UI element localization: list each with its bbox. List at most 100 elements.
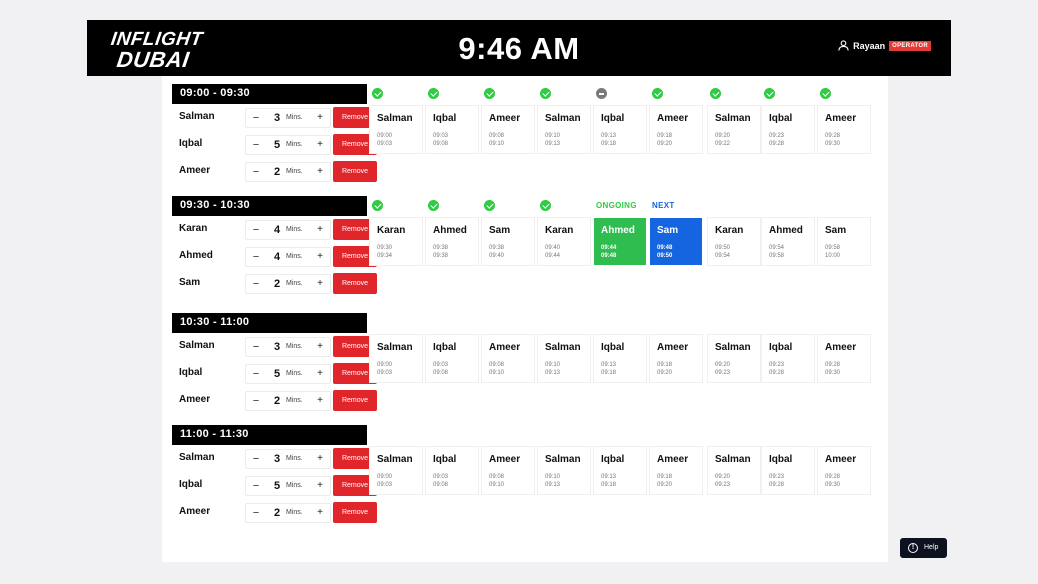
schedule-card[interactable]: Ameer 09:08 09:10 [482,447,534,494]
schedule-card[interactable]: Salman 09:00 09:03 [370,106,422,153]
remove-button[interactable]: Remove [333,390,377,411]
status-indicator [428,200,468,212]
schedule-card[interactable]: Salman 09:10 09:13 [538,447,590,494]
card-end-time: 09:30 [825,141,841,147]
schedule-card[interactable]: Ameer 09:08 09:10 [482,335,534,382]
status-indicator [372,200,412,212]
minutes-stepper: −2 Mins. + [245,503,331,523]
card-speaker-name: Sam [657,225,679,236]
decrement-button[interactable]: − [249,164,263,180]
increment-button[interactable]: + [313,451,327,467]
card-end-time: 09:38 [433,253,449,259]
decrement-button[interactable]: − [249,451,263,467]
schedule-card[interactable]: Iqbal 09:03 09:08 [426,447,478,494]
card-start-time: 09:08 [489,362,505,368]
remove-button[interactable]: Remove [333,502,377,523]
schedule-card[interactable]: Sam 09:38 09:40 [482,218,534,265]
card-speaker-name: Salman [377,342,413,353]
card-start-time: 09:18 [657,474,673,480]
schedule-card[interactable]: Karan 09:40 09:44 [538,218,590,265]
schedule-card[interactable]: Iqbal 09:23 09:28 [762,106,814,153]
schedule-card[interactable]: Ameer 09:28 09:30 [818,335,870,382]
increment-button[interactable]: + [313,164,327,180]
card-end-time: 09:34 [377,253,393,259]
increment-button[interactable]: + [313,393,327,409]
remove-button[interactable]: Remove [333,161,377,182]
schedule-board: 09:00 - 09:30 Salman −3 Mins. + Remove Iqbal −5… [162,76,888,562]
schedule-card[interactable]: Sam 09:58 10:00 [818,218,870,265]
card-start-time: 09:28 [825,474,841,480]
schedule-card[interactable]: Ameer 09:28 09:30 [818,106,870,153]
schedule-card[interactable]: Salman 09:00 09:03 [370,335,422,382]
participant-row: Iqbal −5 Mins. + Remove [172,362,377,386]
schedule-card[interactable]: Ameer 09:18 09:20 [650,106,702,153]
participant-name: Ameer [179,506,211,517]
schedule-card[interactable]: Karan 09:50 09:54 [708,218,760,265]
participant-name: Ahmed [179,250,213,261]
schedule-card[interactable]: Iqbal 09:23 09:28 [762,335,814,382]
status-indicator [540,200,580,212]
card-end-time: 09:20 [657,370,673,376]
decrement-button[interactable]: − [249,222,263,238]
user-menu[interactable]: Rayaan OPERATOR [838,40,931,51]
card-end-time: 09:20 [657,141,673,147]
schedule-card[interactable]: Ameer 09:18 09:20 [650,447,702,494]
schedule-card[interactable]: Salman 09:10 09:13 [538,335,590,382]
decrement-button[interactable]: − [249,366,263,382]
schedule-card[interactable]: Iqbal 09:03 09:08 [426,335,478,382]
schedule-card[interactable]: Iqbal 09:13 09:18 [594,335,646,382]
schedule-card[interactable]: Salman 09:20 09:23 [708,447,760,494]
increment-button[interactable]: + [313,137,327,153]
decrement-button[interactable]: − [249,249,263,265]
minutes-stepper: −5 Mins. + [245,135,331,155]
help-button[interactable]: ! Help [900,538,947,558]
remove-button[interactable]: Remove [333,273,377,294]
increment-button[interactable]: + [313,478,327,494]
card-start-time: 09:28 [825,133,841,139]
increment-button[interactable]: + [313,505,327,521]
schedule-card[interactable]: Karan 09:30 09:34 [370,218,422,265]
increment-button[interactable]: + [313,249,327,265]
schedule-card[interactable]: Ameer 09:28 09:30 [818,447,870,494]
schedule-card[interactable]: Salman 09:20 09:23 [708,335,760,382]
schedule-card[interactable]: Salman 09:20 09:22 [708,106,760,153]
schedule-card[interactable]: Salman 09:10 09:13 [538,106,590,153]
card-end-time: 09:18 [601,370,617,376]
participant-row: Karan −4 Mins. + Remove [172,218,377,242]
schedule-card[interactable]: Ameer 09:08 09:10 [482,106,534,153]
schedule-card[interactable]: Iqbal 09:03 09:08 [426,106,478,153]
minutes-unit: Mins. [286,397,303,404]
schedule-card[interactable]: Iqbal 09:13 09:18 [594,106,646,153]
card-speaker-name: Iqbal [433,454,457,465]
decrement-button[interactable]: − [249,276,263,292]
increment-button[interactable]: + [313,222,327,238]
card-start-time: 09:03 [433,362,449,368]
minutes-stepper: −3 Mins. + [245,449,331,469]
minutes-value: 4 [274,251,281,263]
minutes-value: 2 [274,507,281,519]
increment-button[interactable]: + [313,110,327,126]
increment-button[interactable]: + [313,276,327,292]
decrement-button[interactable]: − [249,478,263,494]
participant-row: Ameer −2 Mins. + Remove [172,389,377,413]
schedule-card[interactable]: Salman 09:00 09:03 [370,447,422,494]
card-speaker-name: Ameer [657,113,689,124]
schedule-card[interactable]: Ahmed 09:54 09:58 [762,218,814,265]
schedule-card[interactable]: Ameer 09:18 09:20 [650,335,702,382]
schedule-card[interactable]: Iqbal 09:23 09:28 [762,447,814,494]
card-start-time: 09:44 [601,245,617,251]
minutes-unit: Mins. [286,226,303,233]
check-circle-icon [484,200,495,211]
schedule-card[interactable]: Sam 09:48 09:50 [650,218,702,265]
decrement-button[interactable]: − [249,110,263,126]
schedule-card[interactable]: Iqbal 09:13 09:18 [594,447,646,494]
card-speaker-name: Iqbal [601,454,625,465]
schedule-card[interactable]: Ahmed 09:44 09:48 [594,218,646,265]
increment-button[interactable]: + [313,366,327,382]
schedule-card[interactable]: Ahmed 09:38 09:38 [426,218,478,265]
decrement-button[interactable]: − [249,393,263,409]
decrement-button[interactable]: − [249,137,263,153]
increment-button[interactable]: + [313,339,327,355]
decrement-button[interactable]: − [249,339,263,355]
decrement-button[interactable]: − [249,505,263,521]
